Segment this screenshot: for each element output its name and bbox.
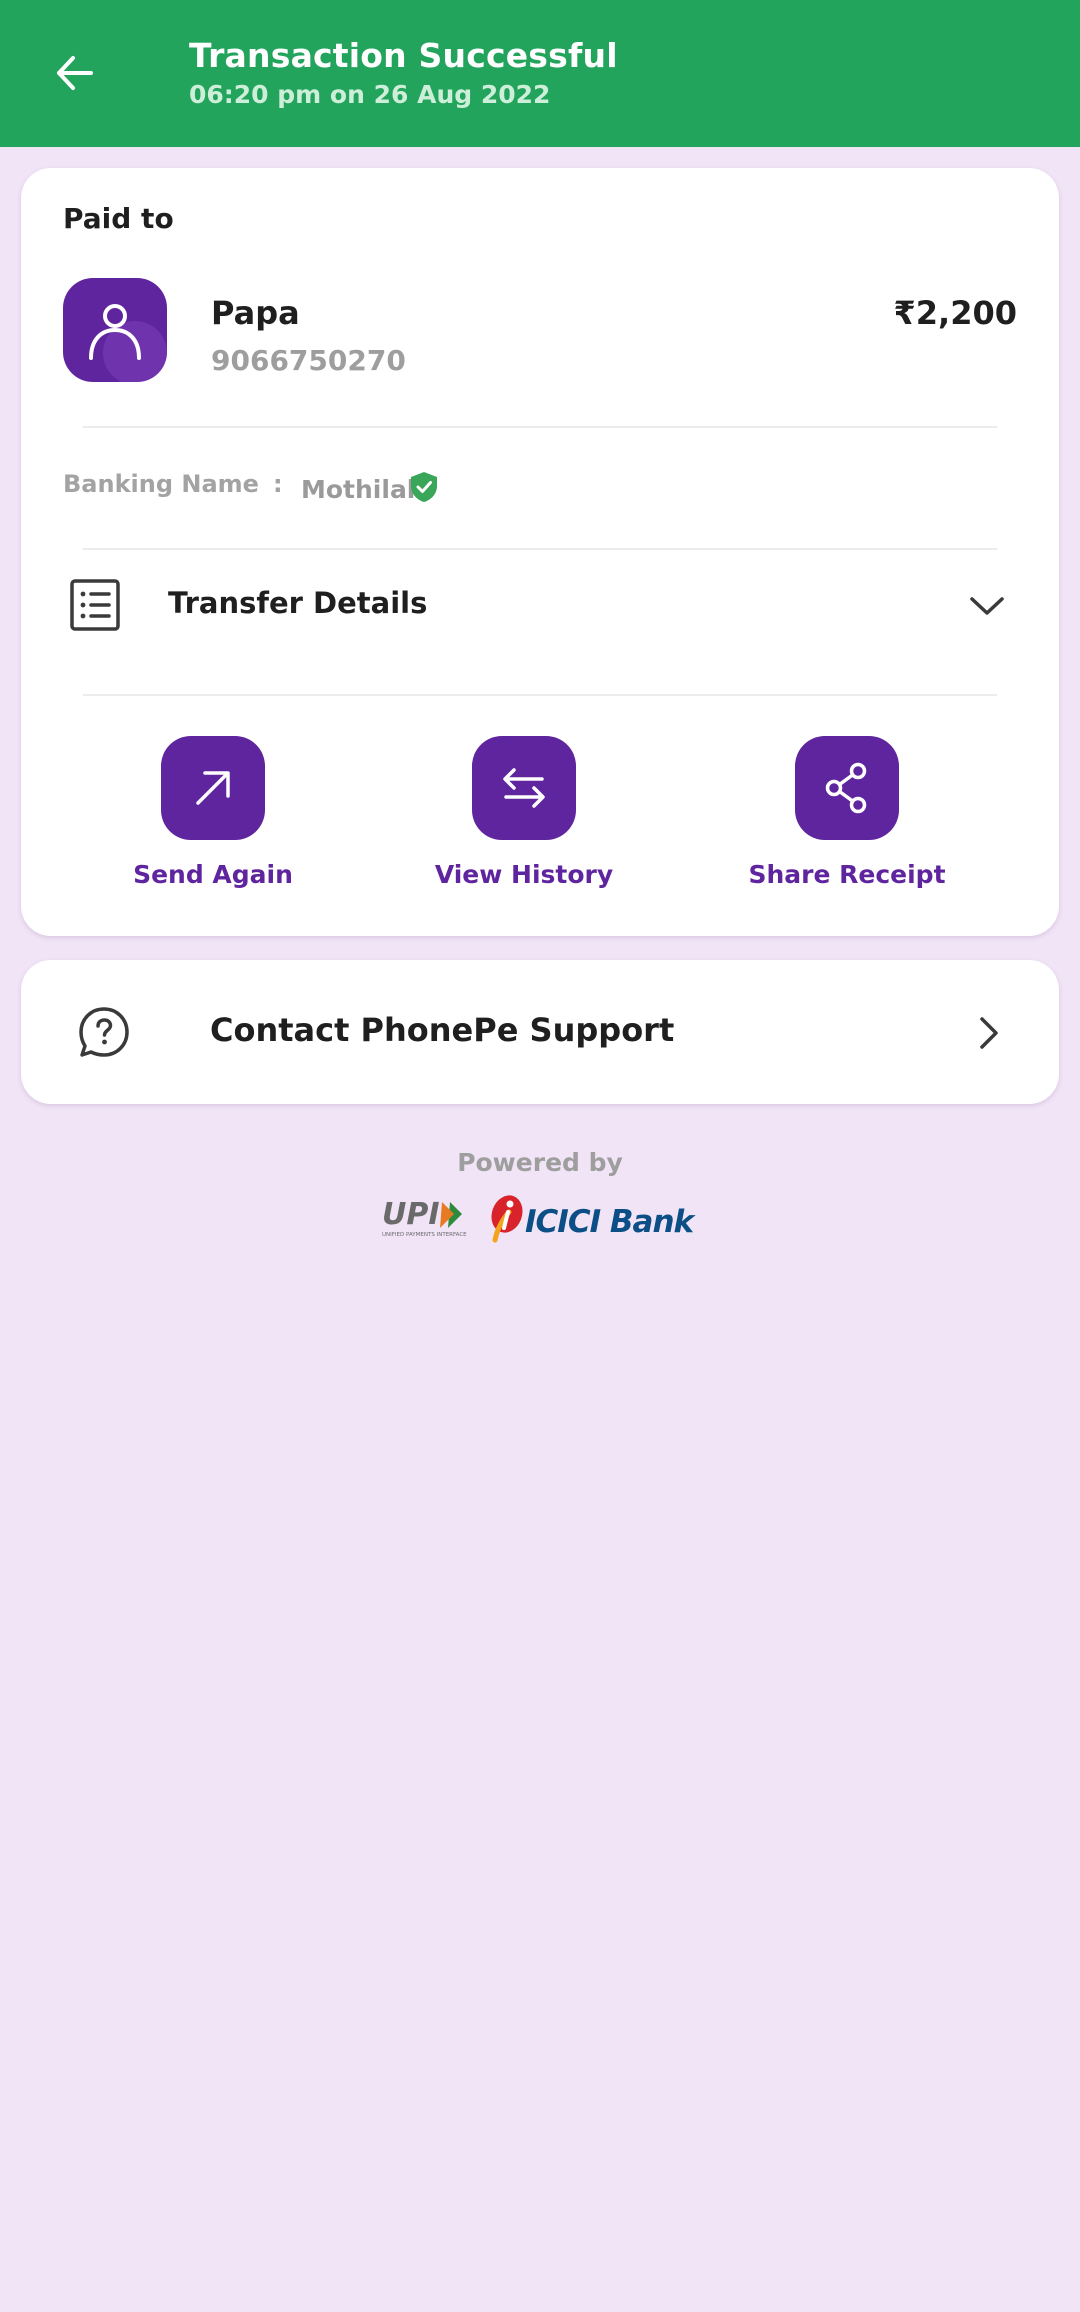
transaction-card: Paid to Papa 9066750270 ₹2,200 Banking N… bbox=[21, 168, 1059, 936]
chevron-right-icon bbox=[980, 1017, 998, 1049]
view-history-label: View History bbox=[434, 860, 614, 889]
banking-name-separator: : bbox=[273, 470, 283, 498]
swap-arrows-icon bbox=[503, 768, 545, 808]
back-arrow-icon bbox=[57, 56, 93, 90]
top-app-bar: Transaction Successful 06:20 pm on 26 Au… bbox=[0, 0, 1080, 147]
icici-emblem-icon bbox=[491, 1195, 523, 1243]
chevron-down-icon bbox=[970, 597, 1004, 615]
share-receipt-button[interactable]: Share Receipt bbox=[727, 736, 967, 906]
transfer-details-toggle[interactable]: Transfer Details bbox=[21, 548, 1059, 678]
partner-logos: UPI UNIFIED PAYMENTS INTERFACE ICICI Ban… bbox=[380, 1192, 700, 1244]
page-title: Transaction Successful bbox=[189, 36, 618, 75]
share-receipt-icon-button[interactable] bbox=[795, 736, 899, 840]
list-document-icon bbox=[70, 579, 120, 631]
icici-bank-logo: ICICI Bank bbox=[485, 1192, 700, 1244]
paid-to-label: Paid to bbox=[63, 202, 174, 235]
contact-support-label: Contact PhonePe Support bbox=[210, 1011, 675, 1049]
svg-text:UNIFIED PAYMENTS INTERFACE: UNIFIED PAYMENTS INTERFACE bbox=[382, 1232, 467, 1238]
banking-name-value: Mothilal bbox=[301, 475, 416, 504]
contact-support-row[interactable]: Contact PhonePe Support bbox=[21, 960, 1059, 1104]
divider bbox=[83, 426, 997, 428]
payee-avatar bbox=[63, 278, 167, 382]
transaction-amount: ₹2,200 bbox=[893, 294, 1017, 332]
send-again-label: Send Again bbox=[133, 860, 293, 889]
payee-name: Papa bbox=[211, 294, 300, 332]
arrow-up-right-icon bbox=[196, 771, 230, 805]
view-history-icon-button[interactable] bbox=[472, 736, 576, 840]
verified-shield-icon bbox=[411, 472, 437, 502]
banking-name-label: Banking Name bbox=[63, 470, 259, 498]
back-button[interactable] bbox=[42, 40, 108, 106]
svg-text:UPI: UPI bbox=[382, 1197, 440, 1232]
person-icon bbox=[89, 304, 167, 382]
share-receipt-label: Share Receipt bbox=[748, 860, 946, 889]
icici-bank-wordmark: ICICI Bank bbox=[525, 1204, 694, 1240]
powered-by-label: Powered by bbox=[457, 1148, 623, 1177]
divider bbox=[83, 694, 997, 696]
payee-phone-number: 9066750270 bbox=[211, 344, 406, 377]
send-again-button[interactable]: Send Again bbox=[93, 736, 333, 906]
share-icon bbox=[825, 762, 867, 814]
help-bubble-icon bbox=[79, 1007, 129, 1057]
upi-logo: UPI UNIFIED PAYMENTS INTERFACE bbox=[382, 1197, 467, 1238]
transaction-timestamp: 06:20 pm on 26 Aug 2022 bbox=[189, 80, 551, 109]
transfer-details-label: Transfer Details bbox=[168, 586, 428, 620]
send-again-icon-button[interactable] bbox=[161, 736, 265, 840]
view-history-button[interactable]: View History bbox=[404, 736, 644, 906]
